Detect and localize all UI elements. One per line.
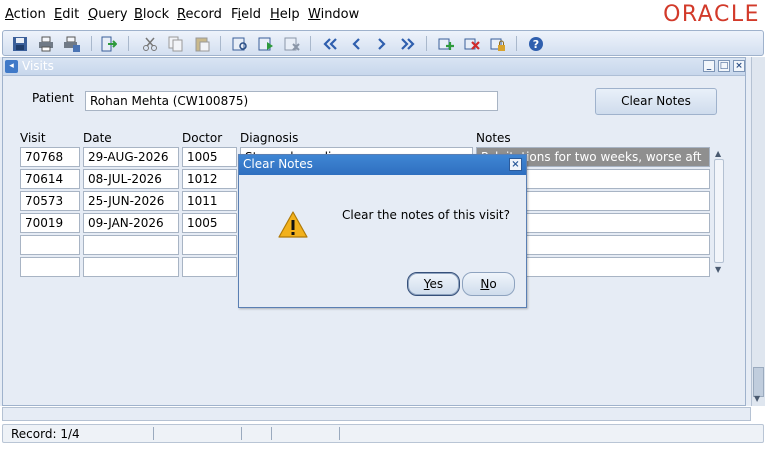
toolbar-separator (220, 36, 221, 51)
cancel-query-icon[interactable] (283, 35, 301, 53)
patient-label: Patient (32, 91, 74, 105)
date-field[interactable]: 29-AUG-2026 (83, 147, 179, 167)
column-header-doctor: Doctor (182, 131, 223, 145)
doctor-field[interactable] (182, 235, 237, 255)
scroll-up-icon[interactable]: ▲ (715, 149, 721, 158)
doctor-field[interactable]: 1005 (182, 147, 237, 167)
status-separator (153, 427, 154, 440)
window-icon: ◂ (5, 60, 18, 73)
column-header-diagnosis: Diagnosis (240, 131, 299, 145)
menu-block[interactable]: Block (134, 7, 169, 22)
minimize-icon[interactable]: _ (703, 60, 715, 72)
date-field[interactable]: 08-JUL-2026 (83, 169, 179, 189)
help-icon[interactable]: ? (527, 35, 545, 53)
dialog-title: Clear Notes (243, 157, 313, 171)
clear-notes-button[interactable]: Clear Notes (595, 88, 717, 115)
toolbar-separator (426, 36, 427, 51)
toolbar-separator (91, 36, 92, 51)
visit-field[interactable]: 70019 (20, 213, 80, 233)
exit-icon[interactable] (100, 35, 118, 53)
visits-window-titlebar: ◂ Visits _ □ × (3, 58, 745, 76)
doctor-field[interactable] (182, 257, 237, 277)
maximize-icon[interactable]: □ (718, 60, 730, 72)
yes-button[interactable]: Yes (407, 272, 460, 296)
insert-record-icon[interactable] (437, 35, 455, 53)
menu-record[interactable]: Record (177, 7, 222, 22)
scroll-down-icon[interactable]: ▼ (754, 394, 760, 403)
patient-field[interactable]: Rohan Mehta (CW100875) (85, 91, 498, 111)
clear-notes-dialog: Clear Notes × Clear the notes of this vi… (238, 154, 527, 308)
workspace-scroll-thumb[interactable] (753, 367, 764, 397)
delete-record-icon[interactable] (463, 35, 481, 53)
save-icon[interactable] (11, 35, 29, 53)
cut-icon[interactable] (141, 35, 159, 53)
status-separator (241, 427, 242, 440)
status-separator (271, 427, 272, 440)
visits-window-title: Visits (22, 59, 54, 73)
workspace-vertical-scrollbar[interactable]: ▼ (751, 57, 765, 406)
svg-text:?: ? (533, 38, 539, 51)
date-field[interactable]: 25-JUN-2026 (83, 191, 179, 211)
first-record-icon[interactable] (321, 35, 339, 53)
previous-record-icon[interactable] (347, 35, 365, 53)
toolbar-separator (310, 36, 311, 51)
dialog-titlebar: Clear Notes × (239, 155, 526, 175)
toolbar-separator (128, 36, 129, 51)
close-icon[interactable]: × (733, 60, 745, 72)
record-counter: Record: 1/4 (11, 427, 80, 441)
status-bar: Record: 1/4 (2, 424, 764, 443)
no-button[interactable]: No (462, 272, 515, 296)
visit-field[interactable]: 70768 (20, 147, 80, 167)
column-header-notes: Notes (476, 131, 511, 145)
column-header-visit: Visit (20, 131, 46, 145)
last-record-icon[interactable] (399, 35, 417, 53)
copy-icon[interactable] (167, 35, 185, 53)
menu-field[interactable]: Field (231, 7, 261, 22)
lock-record-icon[interactable] (489, 35, 507, 53)
status-separator (339, 427, 340, 440)
enter-query-icon[interactable] (231, 35, 249, 53)
visit-field[interactable] (20, 257, 80, 277)
record-scroll-thumb[interactable] (714, 159, 724, 263)
column-header-date: Date (83, 131, 112, 145)
close-icon[interactable]: × (509, 158, 522, 171)
menu-help[interactable]: Help (270, 7, 300, 22)
date-field[interactable]: 09-JAN-2026 (83, 213, 179, 233)
visit-field[interactable]: 70614 (20, 169, 80, 189)
doctor-field[interactable]: 1011 (182, 191, 237, 211)
execute-query-icon[interactable] (257, 35, 275, 53)
visit-field[interactable] (20, 235, 80, 255)
doctor-field[interactable]: 1012 (182, 169, 237, 189)
warning-icon (277, 210, 309, 243)
menu-edit[interactable]: Edit (54, 7, 79, 22)
oracle-logo: ORACLE (663, 2, 760, 27)
date-field[interactable] (83, 235, 179, 255)
workspace-horizontal-scrollbar[interactable] (2, 407, 751, 421)
print-icon[interactable] (37, 35, 55, 53)
menu-window[interactable]: Window (308, 7, 359, 22)
print-setup-icon[interactable] (63, 35, 81, 53)
menu-bar: Action Edit Query Block Record Field Hel… (0, 0, 766, 29)
paste-icon[interactable] (193, 35, 211, 53)
record-scrollbar[interactable]: ▲ ▼ (712, 147, 726, 276)
menu-query[interactable]: Query (88, 7, 128, 22)
next-record-icon[interactable] (373, 35, 391, 53)
toolbar-separator (516, 36, 517, 51)
date-field[interactable] (83, 257, 179, 277)
menu-action[interactable]: Action (5, 7, 46, 22)
toolbar: ? (2, 30, 764, 56)
visit-field[interactable]: 70573 (20, 191, 80, 211)
scroll-down-icon[interactable]: ▼ (715, 265, 721, 274)
dialog-message: Clear the notes of this visit? (342, 208, 510, 222)
doctor-field[interactable]: 1005 (182, 213, 237, 233)
